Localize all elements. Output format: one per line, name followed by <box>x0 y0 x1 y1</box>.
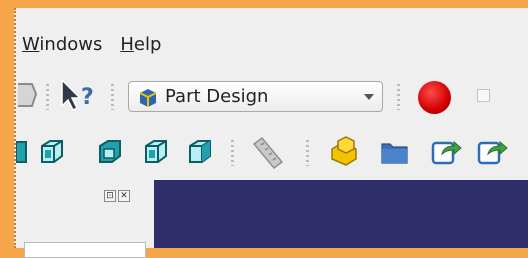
part-design-workbench-icon <box>139 88 157 107</box>
toolbar-separator <box>46 84 49 110</box>
menu-windows-mnemonic: W <box>22 33 40 55</box>
view-box-icon[interactable] <box>16 139 28 165</box>
chevron-down-icon <box>364 94 374 100</box>
3d-viewport[interactable] <box>154 180 528 248</box>
whats-this-icon[interactable]: ? <box>58 78 98 114</box>
svg-text:?: ? <box>81 85 94 110</box>
export-alt-icon[interactable] <box>476 136 516 166</box>
measure-ruler-icon[interactable] <box>248 134 288 170</box>
part-icon[interactable] <box>328 135 362 167</box>
cut-icon[interactable] <box>16 80 38 110</box>
toolbar-separator <box>397 84 400 110</box>
panel-field[interactable] <box>24 242 146 258</box>
macro-record-icon[interactable] <box>418 81 451 114</box>
toolbar-separator <box>111 84 114 110</box>
menu-help-label: elp <box>133 33 162 55</box>
panel-float-button[interactable]: ⊡ <box>104 190 116 202</box>
toolbar-separator <box>231 140 234 166</box>
panel-close-button[interactable]: ✕ <box>118 190 130 202</box>
view-top-icon[interactable] <box>142 138 170 166</box>
checkbox[interactable] <box>477 89 490 102</box>
menu-bar: Windows Help <box>16 28 528 60</box>
freecad-window: Windows Help ? Part Design ⊡ ✕ <box>14 8 528 258</box>
menu-help[interactable]: Help <box>114 34 173 55</box>
workbench-selector[interactable]: Part Design <box>128 81 383 112</box>
menu-windows[interactable]: Windows <box>16 34 114 55</box>
view-right-icon[interactable] <box>186 138 214 166</box>
folder-icon[interactable] <box>380 138 410 166</box>
toolbar-top: ? Part Design <box>16 68 528 120</box>
combo-view-panel: ⊡ ✕ <box>16 180 152 258</box>
menu-help-mnemonic: H <box>120 33 134 55</box>
menu-windows-label: indows <box>39 33 103 55</box>
workbench-selector-label: Part Design <box>165 86 269 107</box>
panel-title-buttons: ⊡ ✕ <box>104 190 130 202</box>
toolbar-separator <box>306 140 309 166</box>
export-icon[interactable] <box>430 136 462 166</box>
view-isometric-icon[interactable] <box>38 138 66 166</box>
view-front-icon[interactable] <box>96 138 124 166</box>
toolbar-view <box>16 126 528 178</box>
